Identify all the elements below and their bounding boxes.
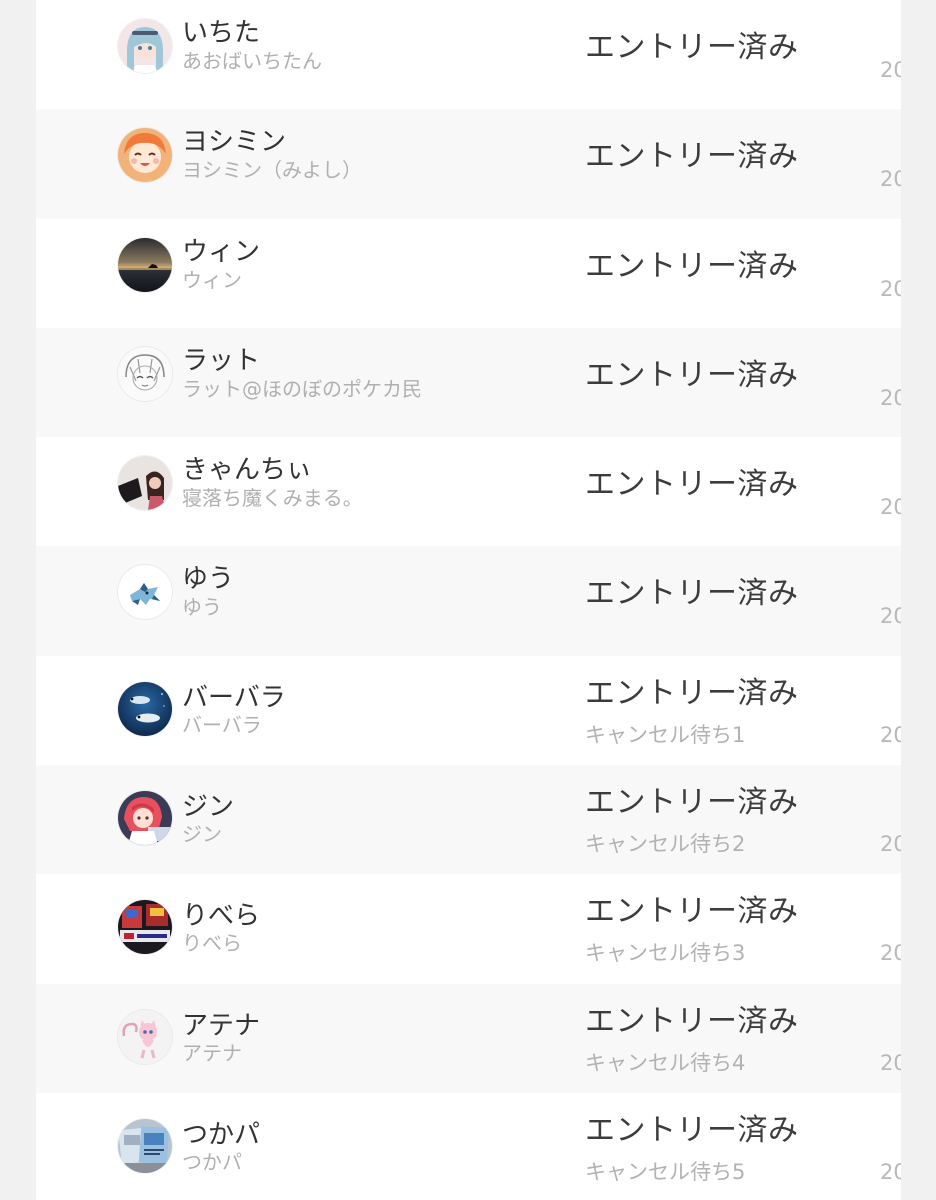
entry-status: エントリー済み [585, 1003, 799, 1039]
entry-status: エントリー済み [585, 576, 799, 612]
user-handle: つかパ [182, 1149, 242, 1174]
user-display-name: アテナ [182, 1010, 261, 1041]
entry-status: エントリー済み [585, 1112, 799, 1148]
user-handle: あおばいちたん [182, 49, 322, 73]
entry-row[interactable]: きゃんちぃ 寝落ち魔くみまる。 エントリー済み 20 [36, 437, 901, 547]
user-display-name: きゃんちぃ [182, 455, 313, 486]
entry-date: 20 [880, 1050, 901, 1075]
entry-status: エントリー済み [585, 248, 799, 284]
mew-avatar-icon [118, 1009, 172, 1064]
sketch-girl-avatar-icon [118, 346, 172, 401]
entry-date: 20 [880, 385, 901, 410]
qualifier-cards-avatar-icon [118, 900, 172, 955]
entry-row[interactable]: ジン ジン エントリー済み キャンセル待ち2 20 [36, 765, 901, 875]
entry-date: 20 [880, 167, 901, 192]
waitlist-position: キャンセル待ち3 [585, 941, 746, 966]
entry-list: いちた あおばいちたん エントリー済み 20 ヨシミン ヨシミン（みよし） エン… [36, 0, 901, 1200]
entry-row[interactable]: ゆう ゆう エントリー済み 20 [36, 546, 901, 656]
anime-girl-avatar-icon [118, 791, 172, 846]
entry-status: エントリー済み [585, 894, 799, 930]
user-handle: ジン [182, 822, 222, 847]
entry-row[interactable]: アテナ アテナ エントリー済み キャンセル待ち4 20 [36, 983, 901, 1093]
entry-date: 20 [880, 941, 901, 966]
entry-date: 20 [880, 495, 901, 520]
entry-date: 20 [880, 832, 901, 857]
entry-date: 20 [880, 1159, 901, 1184]
photo-avatar-icon [118, 456, 172, 511]
waitlist-position: キャンセル待ち4 [585, 1050, 746, 1075]
cards-avatar-icon [118, 1118, 172, 1173]
user-display-name: ラット [182, 345, 261, 376]
anime-girl-avatar-icon [118, 19, 172, 73]
entry-status: エントリー済み [585, 30, 799, 65]
user-handle: ラット@ほのぼのポケカ民 [182, 376, 422, 401]
sunset-sea-avatar-icon [118, 237, 172, 292]
user-handle: ゆう [182, 595, 222, 620]
waitlist-position: キャンセル待ち5 [585, 1159, 746, 1184]
fish-avatar-icon [118, 681, 172, 736]
user-display-name: つかパ [182, 1119, 261, 1150]
entry-status: エントリー済み [585, 139, 799, 175]
waitlist-position: キャンセル待ち1 [585, 722, 746, 747]
entry-row[interactable]: バーバラ バーバラ エントリー済み キャンセル待ち1 20 [36, 655, 901, 766]
entry-row[interactable]: いちた あおばいちたん エントリー済み 20 [36, 0, 901, 110]
entry-date: 20 [880, 604, 901, 629]
entry-date: 20 [880, 276, 901, 301]
user-handle: りべら [182, 931, 242, 956]
user-display-name: ゆう [182, 564, 235, 595]
entry-row[interactable]: ラット ラット@ほのぼのポケカ民 エントリー済み 20 [36, 327, 901, 438]
user-display-name: ヨシミン [182, 127, 287, 158]
entry-row[interactable]: ウィン ウィン エントリー済み 20 [36, 218, 901, 328]
glaceon-avatar-icon [118, 565, 172, 620]
entry-row[interactable]: ヨシミン ヨシミン（みよし） エントリー済み 20 [36, 109, 901, 219]
waitlist-position: キャンセル待ち2 [585, 832, 746, 857]
entry-date: 20 [880, 722, 901, 747]
entry-status: エントリー済み [585, 357, 799, 393]
anime-girl-avatar-icon [118, 128, 172, 183]
entry-date: 20 [880, 58, 901, 82]
entry-status: エントリー済み [585, 675, 799, 711]
user-display-name: ジン [182, 792, 235, 823]
entry-status: エントリー済み [585, 467, 799, 503]
entry-status: エントリー済み [585, 785, 799, 821]
user-handle: ウィン [182, 267, 242, 292]
entry-row[interactable]: つかパ つかパ エントリー済み キャンセル待ち5 20 [36, 1092, 901, 1200]
entry-row[interactable]: りべら りべら エントリー済み キャンセル待ち3 20 [36, 874, 901, 984]
user-handle: ヨシミン（みよし） [182, 158, 362, 183]
user-display-name: いちた [182, 18, 261, 48]
user-handle: 寝落ち魔くみまる。 [182, 486, 363, 511]
user-handle: アテナ [182, 1040, 242, 1065]
user-display-name: ウィン [182, 236, 261, 267]
user-handle: バーバラ [182, 712, 262, 737]
user-display-name: バーバラ [182, 682, 286, 713]
user-display-name: りべら [182, 901, 261, 932]
